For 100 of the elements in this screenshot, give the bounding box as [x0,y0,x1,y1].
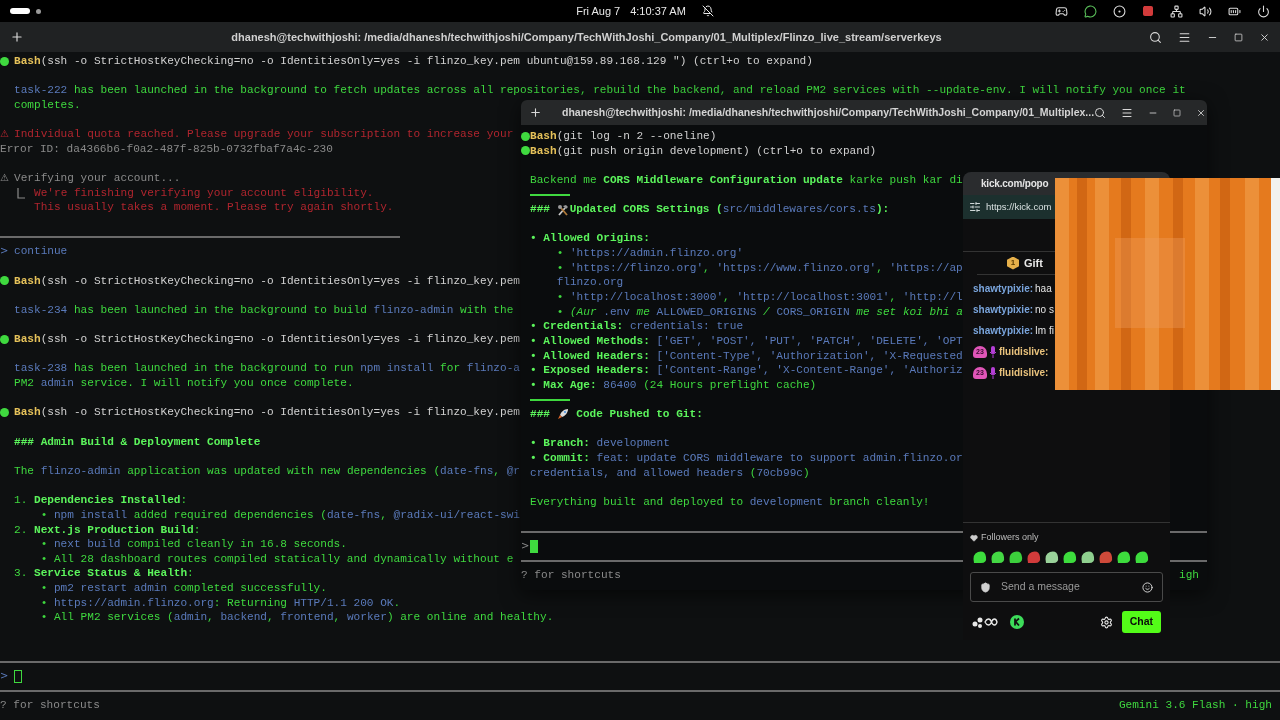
tools-icon [556,203,569,216]
emote-icon[interactable] [972,549,988,565]
output-line: ### [530,407,551,422]
model-label: Gemini 3.6 Flash · high [1118,698,1272,713]
chat-mode-label: Followers only [981,531,1039,545]
menu-icon[interactable] [1178,30,1191,44]
search-icon[interactable] [1149,30,1162,44]
chat-username[interactable]: fluidislive: [999,344,1049,359]
network-icon[interactable] [1170,4,1183,18]
prompt-symbol: > [0,244,9,259]
output-line: 1. Dependencies Installed: [14,493,188,508]
emote-icon[interactable] [1062,549,1078,565]
emoji-icon[interactable] [1142,581,1153,593]
heart-icon [970,534,978,542]
emote-icon[interactable] [1008,549,1024,565]
clock[interactable]: 4:10:37 AM [630,2,686,20]
shield-icon[interactable] [980,581,991,593]
output-line: ### [530,202,551,217]
site-settings-icon[interactable] [969,201,981,213]
output-line: • 'https://flinzo.org', 'https://www.flinzo.org', 'https://ap [555,260,963,276]
output-line: • pm2 restart admin completed successfully. [39,581,327,596]
output-line: • Branch: development [530,436,670,452]
output-line: • Commit: feat: update CORS middleware to support admin.flinzo.or [530,451,963,466]
shortcut-hint: ? for shortcuts [521,568,621,583]
rocket-icon [556,408,569,421]
output-line: Updated CORS Settings (src/middlewares/cors.ts): [569,202,890,217]
microphone-icon [989,345,997,358]
chat-username[interactable]: shawtypixie: [973,323,1034,338]
output-line: Individual quota reached. Please upgrade your subscription to increase your [14,127,514,142]
window-title: dhanesh@techwithjoshi: /media/dhanesh/techwithjoshi/Company/TechWithJoshi_Company/01_Multiplex/Flinzo_live_stream/serverkeys [231,29,942,45]
output-line: • Allowed Headers: ['Content-Type', 'Authorization', 'X-Requested [530,348,963,364]
microphone-icon [989,366,997,379]
command-line: Bash(ssh -o StrictHostKeyChecking=no -o IdentitiesOnly=yes -i flinzo_key.pem [14,405,520,421]
output-line: • 'https://admin.flinzo.org' [555,246,744,261]
chat-send-button[interactable]: Chat [1121,611,1161,633]
shortcut-hint: ? for shortcuts [0,698,100,713]
prompt-symbol: ⚠ [0,171,9,186]
message-field[interactable]: Send a message [970,572,1163,602]
command-line: Bash(ssh -o StrictHostKeyChecking=no -o IdentitiesOnly=yes -i flinzo_key.pem [14,332,520,347]
output-line: PM2 admin service. I will notify you once complete. [14,376,354,391]
output-line: • (Aur .env me ALLOWED_ORIGINS / CORS_ORIGIN me set koi bhi a [555,304,963,320]
emote-icon[interactable] [1080,549,1096,565]
emote-icon[interactable] [1116,549,1132,565]
app-icon[interactable] [1142,5,1154,17]
new-tab-button[interactable] [10,30,24,44]
output-line: • Credentials: credentials: true [530,319,744,334]
output-line: This usually takes a moment. Please try again shortly. [32,200,394,216]
chat-username[interactable]: shawtypixie: [973,302,1034,317]
output-line: • https://admin.flinzo.org: Returning HTTP/1.1 200 OK. [39,595,401,611]
chat-username[interactable]: shawtypixie: [973,281,1034,296]
output-line: Code Pushed to Git: [575,407,703,422]
output-line: The flinzo-admin application was updated with new dependencies (date-fns, @r [14,463,520,479]
maximize-icon[interactable] [1234,32,1243,42]
output-line: • Exposed Headers: ['Content-Range', 'X-Content-Range', 'Authoriz [530,363,963,378]
prompt-symbol: > [0,668,9,683]
points-icon[interactable] [972,616,998,628]
output-line: Everything built and deployed to development branch cleanly! [530,495,930,510]
chat-message: haa [1035,282,1052,296]
emote-icon[interactable] [1044,549,1060,565]
output-line: completes. [14,97,81,113]
volume-icon[interactable] [1199,4,1212,18]
message-input[interactable]: Send a message [1001,579,1132,595]
menu-icon[interactable] [1121,106,1134,119]
tab-title: kick.com/popo [981,177,1049,191]
output-line: task-238 has been launched in the background to run npm install for flinzo-a [14,361,520,377]
emote-icon[interactable] [990,549,1006,565]
output-line: flinzo.org [555,275,624,291]
settings-icon[interactable] [1099,615,1113,629]
chat-bubble-icon[interactable] [1084,4,1097,18]
prompt-symbol: ⚠ [0,127,9,142]
output-line: continue [14,244,68,259]
output-line: • Allowed Methods: ['GET', 'POST', 'PUT', 'PATCH', 'DELETE', 'OPT [530,333,963,349]
output-line: Error ID: da4366b6-f0a2-487f-825b-0732fbaf7a4c-230 [0,141,333,157]
close-icon[interactable] [1259,31,1270,43]
channel-logo-icon[interactable] [1010,615,1024,629]
maximize-icon[interactable] [1173,108,1182,117]
chat-message: Im fi [1035,324,1054,338]
output-line: • next build compiled cleanly in 16.8 seconds. [39,537,347,552]
output-line: 2. Next.js Production Build: [14,522,201,538]
pinned-gift[interactable]: Gift [1024,254,1043,272]
controller-icon[interactable] [1055,4,1068,18]
search-icon[interactable] [1094,106,1107,119]
output-line: ### Admin Build & Deployment Complete [14,434,261,450]
circle-icon[interactable] [1113,4,1126,18]
close-icon[interactable] [1196,107,1207,118]
date-label[interactable]: Fri Aug 7 [576,2,621,20]
output-line: • 'http://localhost:3000', 'http://localhost:3001', 'http://l [555,290,963,305]
command-line: Bash(git push origin development) (ctrl+o to expand) [530,143,877,159]
power-icon[interactable] [1257,4,1270,18]
output-line: task-222 has been launched in the background to fetch updates across all repositories, rebuild the backend, and reload PM2 services with --update-env. I will notify you once it [14,83,1186,98]
prompt-symbol: > [521,538,530,553]
new-tab-button[interactable] [529,105,542,120]
workspace-indicator[interactable] [10,8,30,14]
emote-icon[interactable] [1134,549,1150,565]
workspace-indicator[interactable] [36,8,41,14]
chat-username[interactable]: fluidislive: [999,365,1049,380]
output-line: 3. Service Status & Health: [14,566,194,582]
output-line: • All 28 dashboard routes compiled statically and dynamically without e [39,551,514,567]
gift-badge: 1 [1007,256,1019,270]
output-line: We're finishing verifying your account eligibility. [34,185,374,201]
